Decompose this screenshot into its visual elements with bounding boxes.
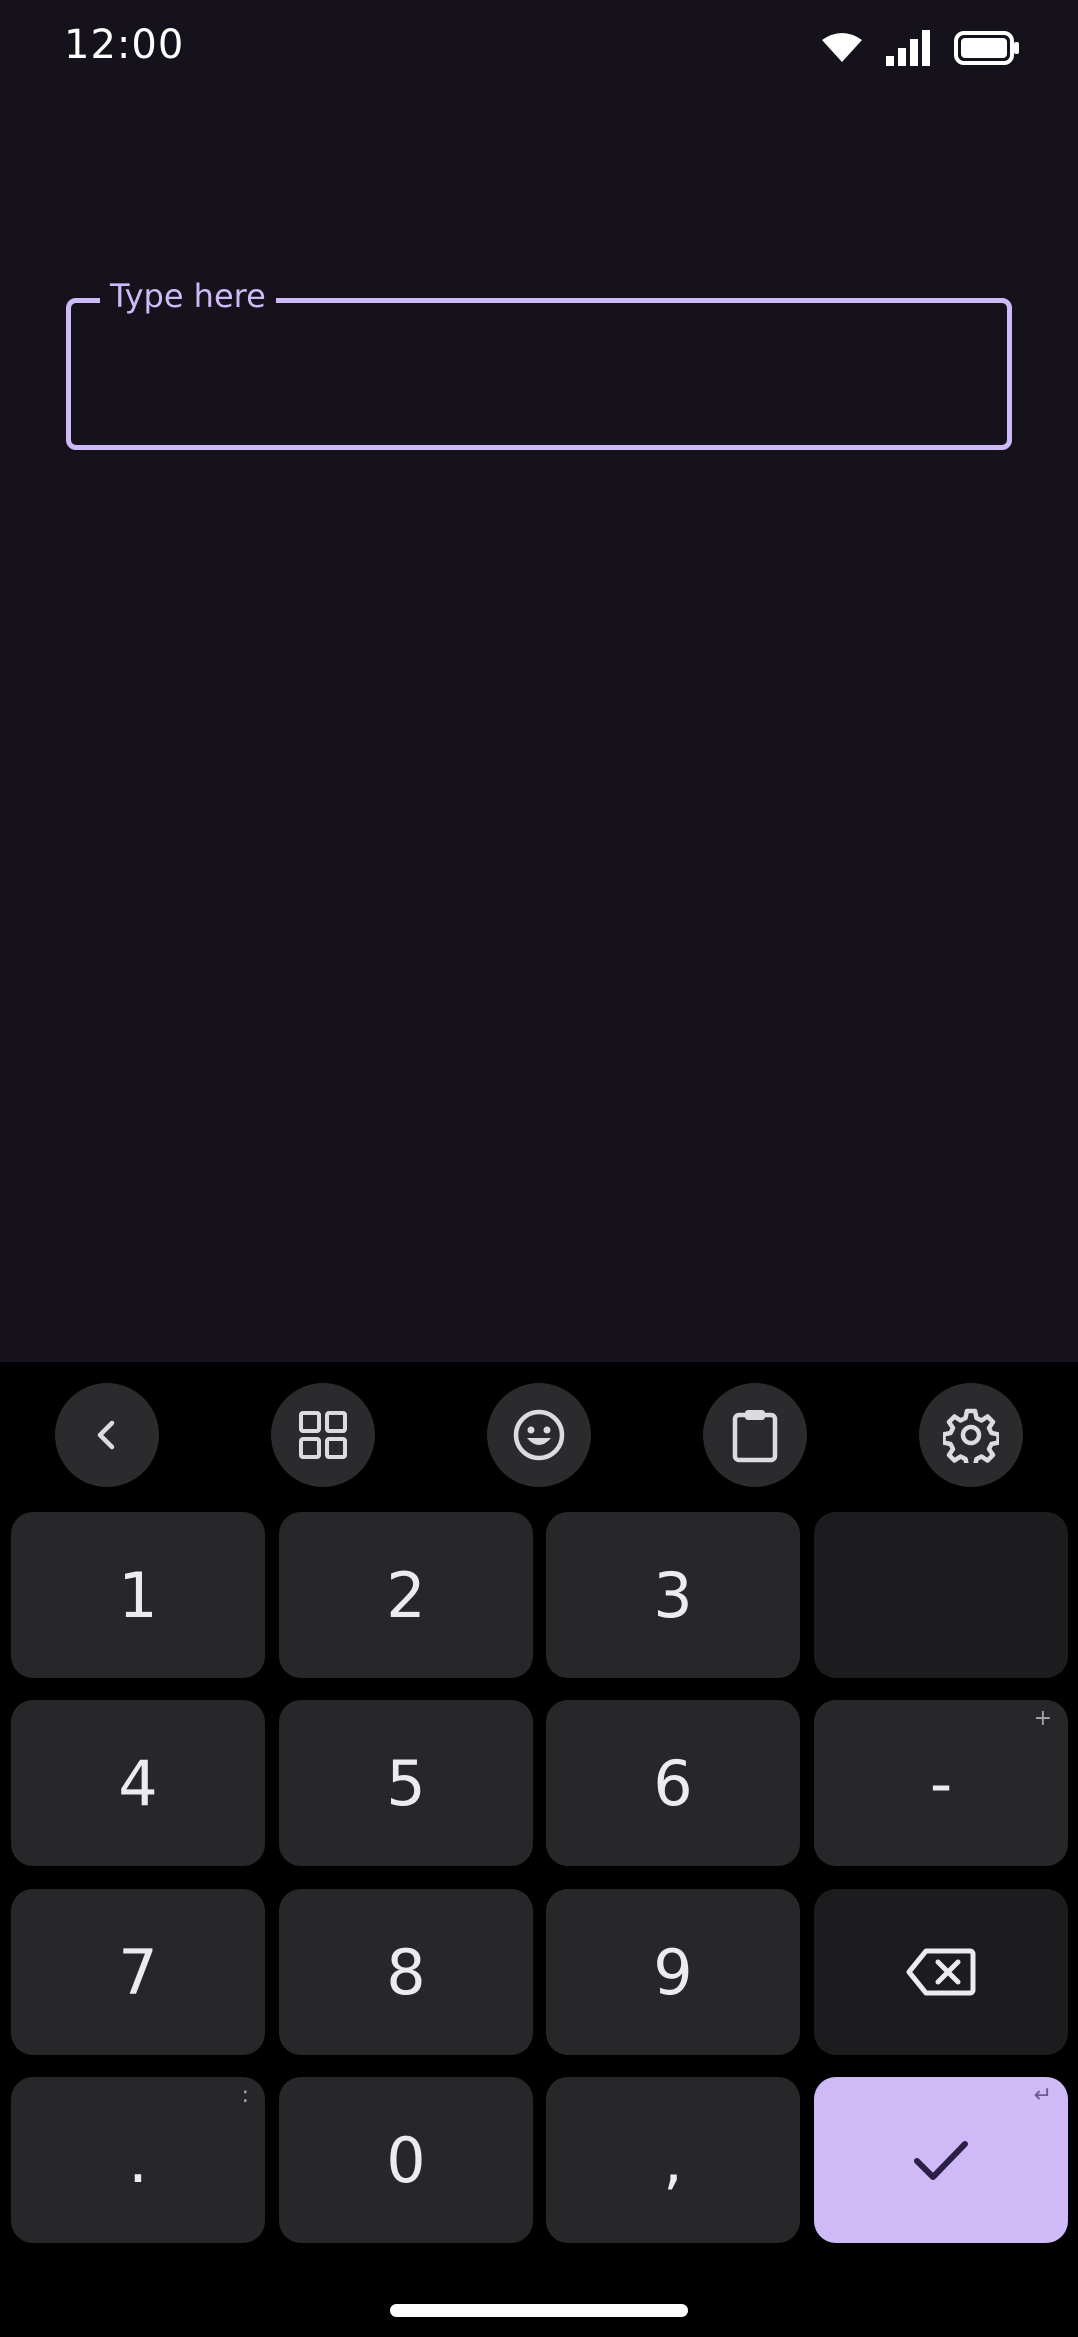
key-label: . [128, 2123, 148, 2197]
cellular-signal-icon [886, 30, 930, 66]
status-time: 12:00 [64, 22, 185, 68]
key-6[interactable]: 6 [546, 1700, 800, 1866]
wifi-icon [822, 33, 862, 62]
key-4[interactable]: 4 [11, 1700, 265, 1866]
settings-button[interactable] [919, 1383, 1023, 1487]
key-label: 9 [653, 1935, 693, 2009]
key-period[interactable]: : . [11, 2077, 265, 2243]
checkmark-icon [914, 2141, 968, 2180]
key-confirm[interactable]: ↵ [814, 2077, 1068, 2243]
key-5[interactable]: 5 [279, 1700, 533, 1866]
key-hint-colon: : [241, 2083, 249, 2108]
key-backspace[interactable] [814, 1889, 1068, 2055]
key-9[interactable]: 9 [546, 1889, 800, 2055]
key-hint-plus: + [1033, 1706, 1052, 1731]
status-bar: 12:00 [0, 0, 1078, 96]
status-icons [822, 28, 1020, 68]
back-button[interactable] [55, 1383, 159, 1487]
grid-icon [299, 1411, 347, 1459]
key-8[interactable]: 8 [279, 1889, 533, 2055]
text-field-label: Type here [100, 274, 276, 318]
key-hint-enter: ↵ [1033, 2083, 1052, 2108]
backspace-icon [906, 1948, 976, 1996]
key-2[interactable]: 2 [279, 1512, 533, 1678]
key-0[interactable]: 0 [279, 2077, 533, 2243]
key-blank[interactable] [814, 1512, 1068, 1678]
key-7[interactable]: 7 [11, 1889, 265, 2055]
home-indicator[interactable] [390, 2304, 688, 2317]
key-label: 1 [118, 1558, 158, 1632]
clipboard-button[interactable] [703, 1383, 807, 1487]
key-minus[interactable]: + - [814, 1700, 1068, 1866]
key-label: 4 [118, 1746, 158, 1820]
key-label: - [929, 1746, 953, 1820]
key-label: , [663, 2123, 683, 2197]
clipboard-icon [732, 1410, 778, 1463]
back-arrow-icon [97, 1420, 115, 1450]
gear-icon [943, 1408, 999, 1463]
emoji-icon [513, 1409, 565, 1461]
key-label: 3 [653, 1558, 693, 1632]
key-label: 0 [386, 2123, 426, 2197]
key-label: 7 [118, 1935, 158, 2009]
key-label: 2 [386, 1558, 426, 1632]
key-label: 8 [386, 1935, 426, 2009]
text-input[interactable] [80, 330, 990, 420]
emoji-button[interactable] [487, 1383, 591, 1487]
screen: 12:00 Type here 1 2 3 4 5 6 + - 7 8 9: … [0, 0, 1078, 2337]
key-1[interactable]: 1 [11, 1512, 265, 1678]
grid-button[interactable] [271, 1383, 375, 1487]
key-label: 5 [386, 1746, 426, 1820]
key-3[interactable]: 3 [546, 1512, 800, 1678]
battery-icon [954, 31, 1019, 65]
key-label: 6 [653, 1746, 693, 1820]
key-comma[interactable]: , [546, 2077, 800, 2243]
